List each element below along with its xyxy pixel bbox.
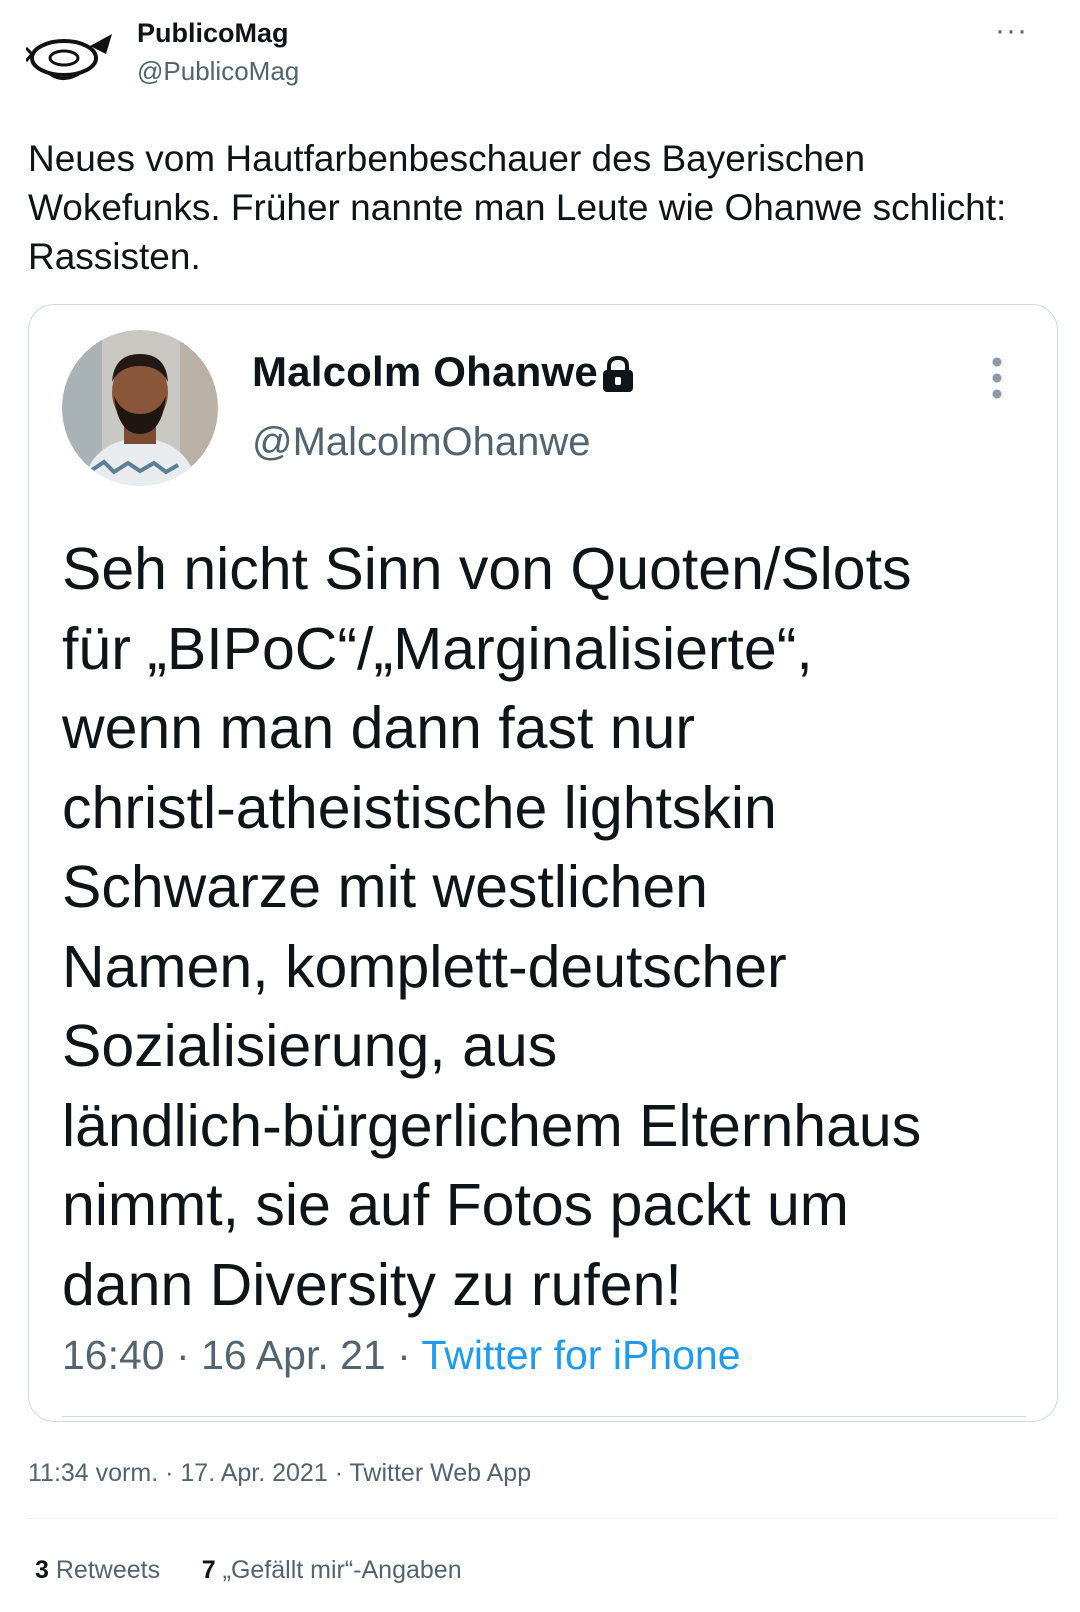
author-name[interactable]: PublicoMag: [137, 18, 289, 49]
retweets-label: Retweets: [55, 1556, 161, 1584]
divider: [28, 1518, 1058, 1519]
tweet-date[interactable]: 17. Apr. 2021: [180, 1459, 327, 1487]
quoted-date: 16 Apr. 21: [201, 1332, 386, 1378]
tweet-text: Neues vom Hautfarbenbeschauer des Bayeri…: [28, 138, 1007, 277]
retweets-count: 3: [35, 1556, 49, 1584]
quoted-tweet-text: Seh nicht Sinn von Quoten/Slots für „BIP…: [62, 536, 922, 1318]
tweet-time[interactable]: 11:34 vorm.: [28, 1459, 158, 1487]
meta-separator: ·: [334, 1459, 344, 1487]
tweet-stats: 3 Retweets 7 „Gefällt mir“-Angaben: [35, 1556, 462, 1585]
lock-icon: [603, 355, 633, 392]
meta-separator: ·: [165, 1459, 174, 1487]
quoted-tweet-meta: 16:40 · 16 Apr. 21 · Twitter for iPhone: [62, 1332, 741, 1379]
quoted-source-link[interactable]: Twitter for iPhone: [421, 1332, 740, 1378]
tweet-meta: 11:34 vorm. · 17. Apr. 2021 · Twitter We…: [28, 1459, 531, 1488]
likes-stat[interactable]: 7 „Gefällt mir“-Angaben: [202, 1556, 462, 1584]
quoted-author-handle[interactable]: @MalcolmOhanwe: [252, 420, 591, 465]
tweet-source-link[interactable]: Twitter Web App: [350, 1459, 532, 1487]
more-options-icon[interactable]: ···: [995, 16, 1028, 46]
author-handle[interactable]: @PublicoMag: [137, 56, 299, 87]
divider: [62, 1416, 1026, 1417]
quoted-time: 16:40: [62, 1332, 165, 1378]
quoted-author-name[interactable]: Malcolm Ohanwe: [252, 348, 598, 396]
post-horn-logo-icon[interactable]: [26, 24, 116, 88]
meta-separator: ·: [397, 1332, 411, 1378]
retweets-stat[interactable]: 3 Retweets: [35, 1556, 160, 1584]
quoted-author-avatar[interactable]: [62, 330, 218, 486]
likes-count: 7: [201, 1556, 216, 1584]
likes-label: „Gefällt mir“-Angaben: [222, 1556, 462, 1584]
vertical-more-icon[interactable]: [990, 356, 1004, 400]
meta-separator: ·: [176, 1332, 190, 1378]
